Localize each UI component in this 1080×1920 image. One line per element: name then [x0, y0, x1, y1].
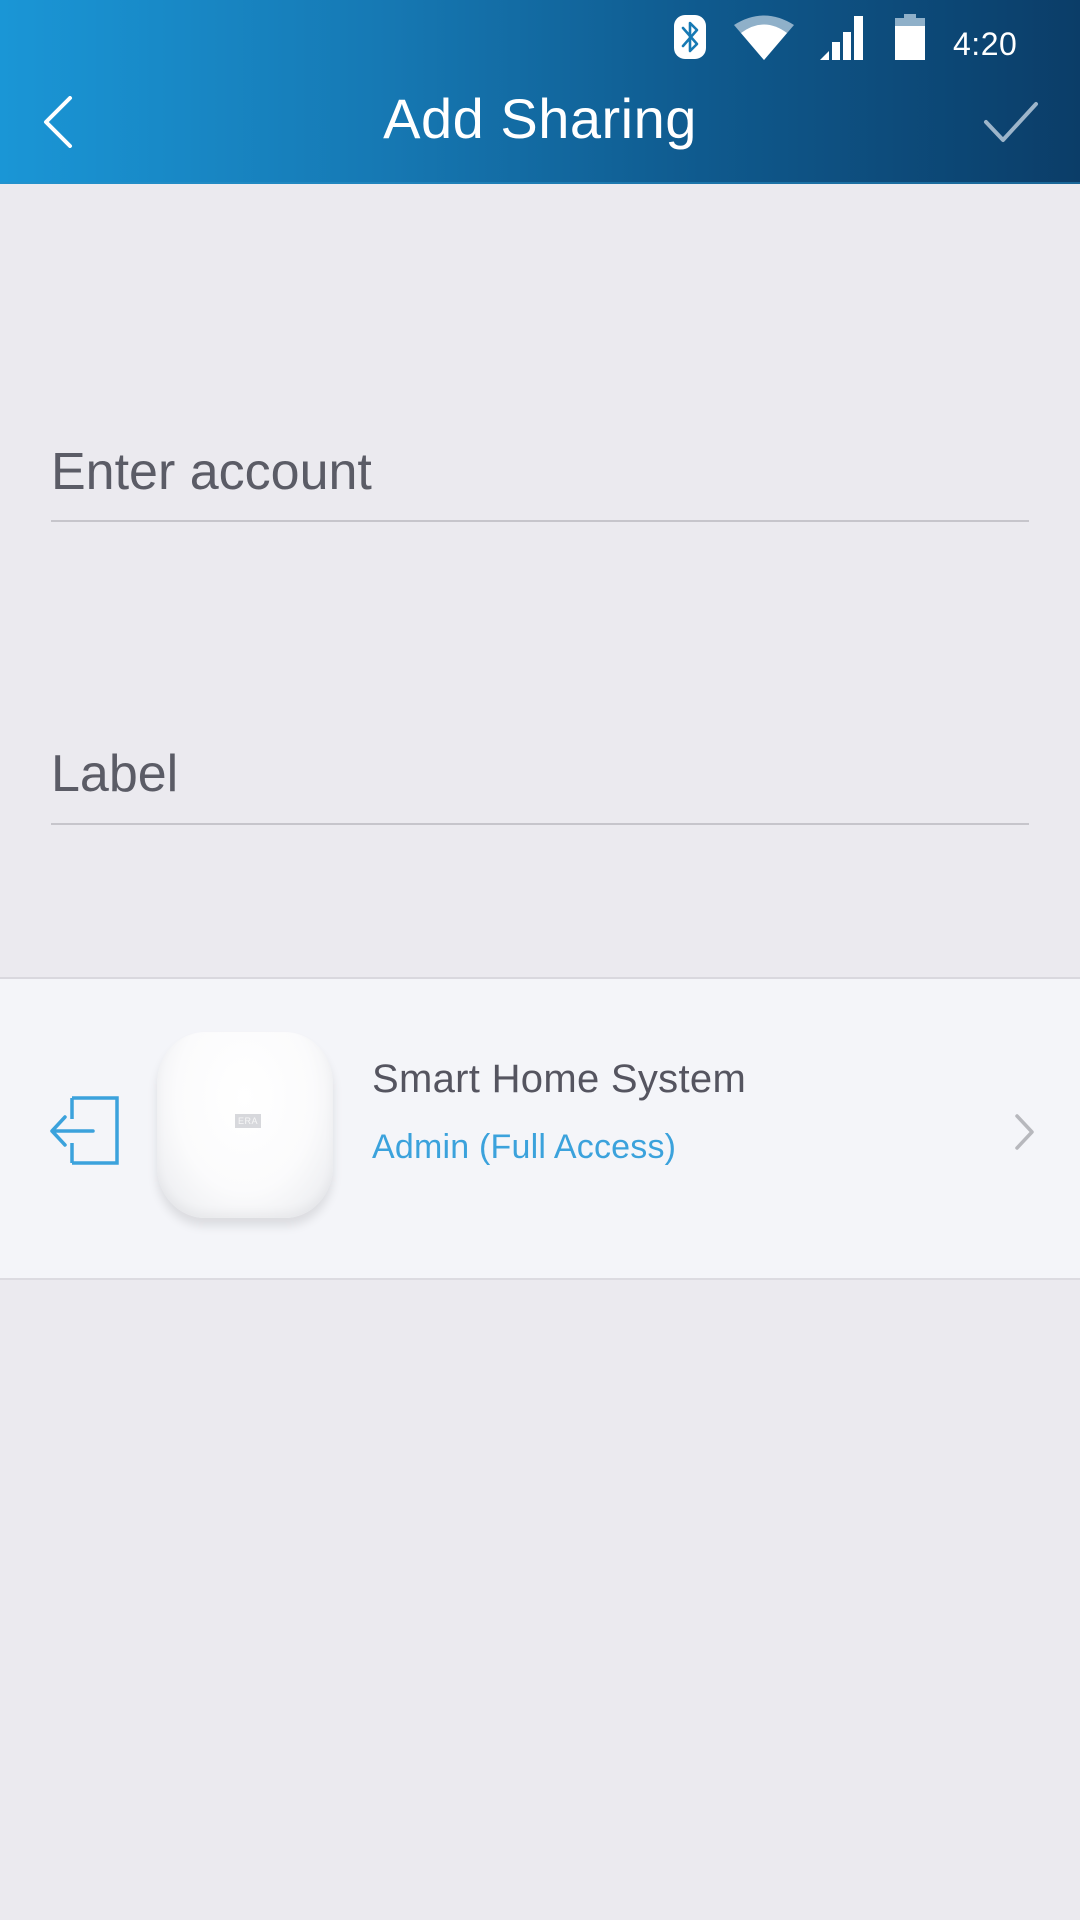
device-access-level: Admin (Full Access)	[372, 1128, 677, 1166]
add-sharing-screen: 4:20 Add Sharing ERA	[0, 0, 1080, 1920]
device-list-item[interactable]: ERA Smart Home System Admin (Full Access…	[0, 977, 1080, 1280]
cell-signal-icon	[820, 16, 863, 60]
label-input[interactable]	[51, 726, 1029, 822]
confirm-button[interactable]	[975, 90, 1047, 156]
chevron-right-icon	[1015, 1114, 1034, 1150]
page-title: Add Sharing	[383, 87, 697, 150]
device-image: ERA	[155, 1032, 335, 1222]
device-name: Smart Home System	[372, 1057, 747, 1101]
status-bar: 4:20	[0, 0, 1080, 76]
account-underline	[51, 520, 1029, 522]
status-time: 4:20	[953, 26, 1018, 62]
label-underline	[51, 823, 1029, 825]
account-input[interactable]	[51, 424, 1029, 520]
device-hub-shape: ERA	[157, 1032, 333, 1218]
label-field	[51, 726, 1029, 825]
app-bar: 4:20 Add Sharing	[0, 0, 1080, 184]
device-badge: ERA	[235, 1114, 261, 1128]
wifi-icon	[734, 15, 794, 60]
battery-icon	[895, 14, 925, 60]
checkmark-icon	[984, 102, 1038, 142]
account-field	[51, 424, 1029, 522]
exit-icon[interactable]	[48, 1095, 122, 1167]
bluetooth-icon	[674, 15, 706, 59]
